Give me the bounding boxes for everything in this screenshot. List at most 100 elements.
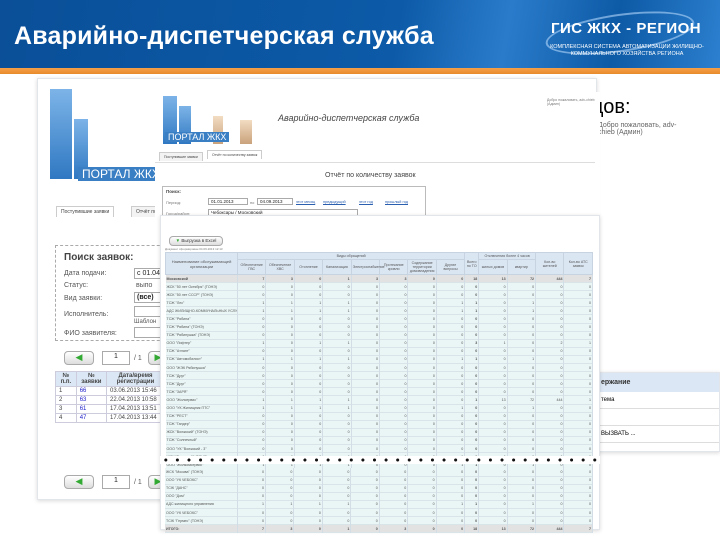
value-cell: 0 — [507, 436, 537, 445]
value-cell: 0 — [294, 347, 324, 356]
request-link[interactable]: 66 — [80, 388, 87, 394]
org-header: Наименование обслуживающей организации — [165, 252, 238, 275]
value-cell: 0 — [379, 468, 409, 477]
value-cell: 0 — [535, 282, 565, 291]
org-name: ЖСК "50 лет Октября" (ТОНЭ) — [165, 282, 238, 291]
value-cell: 0 — [563, 363, 593, 372]
value-cell: 0 — [436, 476, 466, 485]
value-cell: 0 — [294, 428, 324, 437]
value-cell: 0 — [265, 484, 295, 493]
value-cell: 0 — [464, 404, 480, 413]
value-cell: 0 — [478, 290, 508, 299]
link-this-year[interactable]: этот год — [359, 200, 373, 204]
value-cell: 3 — [379, 274, 409, 283]
tab-report-count[interactable]: Отчёт по количеству заявок — [207, 150, 263, 159]
value-cell: 0 — [237, 468, 266, 477]
date-to-input[interactable]: 04.09.2013 — [257, 198, 293, 205]
value-cell: 0 — [351, 412, 381, 421]
prev-page-button-bottom[interactable]: ◀ — [64, 475, 94, 489]
value-cell: 1 — [322, 355, 352, 364]
value-cell: 0 — [407, 387, 437, 396]
table-row: ЖСК "Москва" (ТОНЭ) 0 0 0 0 0 0 0 0 0 0 0 0 0 — [165, 468, 593, 477]
value-cell: 0 — [464, 363, 480, 372]
value-cell: 1 — [265, 306, 295, 315]
request-link[interactable]: 63 — [80, 397, 87, 403]
value-cell: 0 — [507, 363, 537, 372]
value-cell: 0 — [507, 428, 537, 437]
value-cell: 0 — [563, 404, 593, 413]
value-cell: 0 — [464, 492, 480, 501]
org-name: ТСЖ "Автомобилист" — [165, 355, 238, 364]
types-group-header: Виды обращений — [236, 252, 466, 260]
value-cell: 0 — [294, 331, 324, 340]
type-header: Канализация — [322, 259, 352, 275]
value-cell: 0 — [464, 282, 480, 291]
value-cell: 0 — [407, 420, 437, 429]
value-cell: 0 — [265, 508, 295, 517]
link-this-month[interactable]: этот месяц — [296, 200, 315, 204]
value-cell: 0 — [535, 363, 565, 372]
value-cell: 0 — [293, 468, 323, 477]
value-cell: 0 — [294, 314, 324, 324]
link-last-year[interactable]: прошлый год — [385, 200, 408, 204]
value-cell: 0 — [379, 347, 409, 356]
value-cell: 0 — [294, 379, 324, 388]
value-cell: 1 — [265, 298, 295, 307]
value-cell: 0 — [351, 306, 381, 315]
link-previous[interactable]: предыдущий — [323, 200, 346, 204]
org-name: ЖСК "Москва" (ТОНЭ) — [165, 468, 238, 477]
value-cell: 0 — [237, 363, 267, 372]
value-cell: 1 — [464, 500, 480, 509]
logo-subtitle: КОМПЛЕКСНАЯ СИСТЕМА АВТОМАТИЗАЦИИ ЖИЛИЩН… — [550, 44, 704, 57]
org-name: ТСЖ "Солнечный" — [165, 436, 238, 445]
tab-incoming[interactable]: Поступившие заявки — [56, 206, 115, 217]
request-link[interactable]: 47 — [80, 415, 87, 421]
value-cell: 0 — [351, 371, 381, 380]
value-cell: 0 — [464, 484, 480, 493]
value-cell: 0 — [265, 379, 295, 388]
field-label: Статус: — [64, 282, 89, 289]
value-cell: 3 — [379, 524, 409, 533]
prev-page-button[interactable]: ◀ — [64, 351, 94, 365]
value-cell: 0 — [265, 347, 295, 356]
page-input-bottom[interactable]: 1 — [102, 475, 130, 489]
value-cell: 0 — [379, 508, 409, 517]
tab-incoming[interactable]: Поступившие заявки — [159, 152, 203, 161]
value-cell: 0 — [563, 331, 593, 340]
value-cell: 0 — [563, 323, 593, 332]
value-cell: 0 — [563, 298, 593, 307]
table-row: 1 66 03.06.2013 15:46 — [55, 386, 166, 396]
value-cell: 0 — [379, 387, 409, 396]
value-cell: 0 — [379, 355, 409, 364]
value-cell: 0 — [507, 476, 537, 485]
export-excel-button[interactable]: ▼ Выгрузка в Excel — [169, 236, 223, 246]
value-cell: 1 — [237, 355, 267, 364]
date-from-input[interactable]: 01.01.2013 — [208, 198, 248, 205]
value-cell: 0 — [379, 298, 409, 307]
cell: 3 — [55, 404, 77, 414]
value-cell: 0 — [563, 387, 593, 396]
value-cell: 1 — [464, 395, 480, 404]
status-checkbox[interactable]: выпо — [136, 282, 152, 289]
value-cell: 0 — [478, 347, 508, 356]
value-cell: 1 — [464, 355, 480, 364]
value-cell: 0 — [563, 371, 593, 380]
org-name: ТСЖ "Рябина" — [165, 314, 238, 324]
value-cell: 0 — [407, 395, 437, 404]
table-row: ООО "ЖЭК Рябинушка" 0 0 0 0 0 0 0 0 0 0 0 0 0 — [165, 363, 593, 372]
value-cell: 1 — [507, 404, 537, 413]
value-cell: 0 — [237, 387, 267, 396]
value-cell: 0 — [407, 404, 437, 413]
value-cell: 0 — [351, 428, 381, 437]
value-cell: 0 — [507, 412, 537, 421]
period-label: Период: — [166, 200, 182, 205]
value-cell: 0 — [563, 379, 593, 388]
value-cell: 0 — [293, 516, 323, 525]
page-input[interactable]: 1 — [102, 351, 130, 365]
value-cell: 1 — [237, 500, 266, 509]
request-link[interactable]: 61 — [80, 406, 87, 412]
value-cell: 1 — [237, 306, 267, 315]
value-cell: 0 — [535, 355, 565, 364]
value-cell: 3 — [265, 524, 295, 533]
value-cell: 0 — [237, 420, 267, 429]
